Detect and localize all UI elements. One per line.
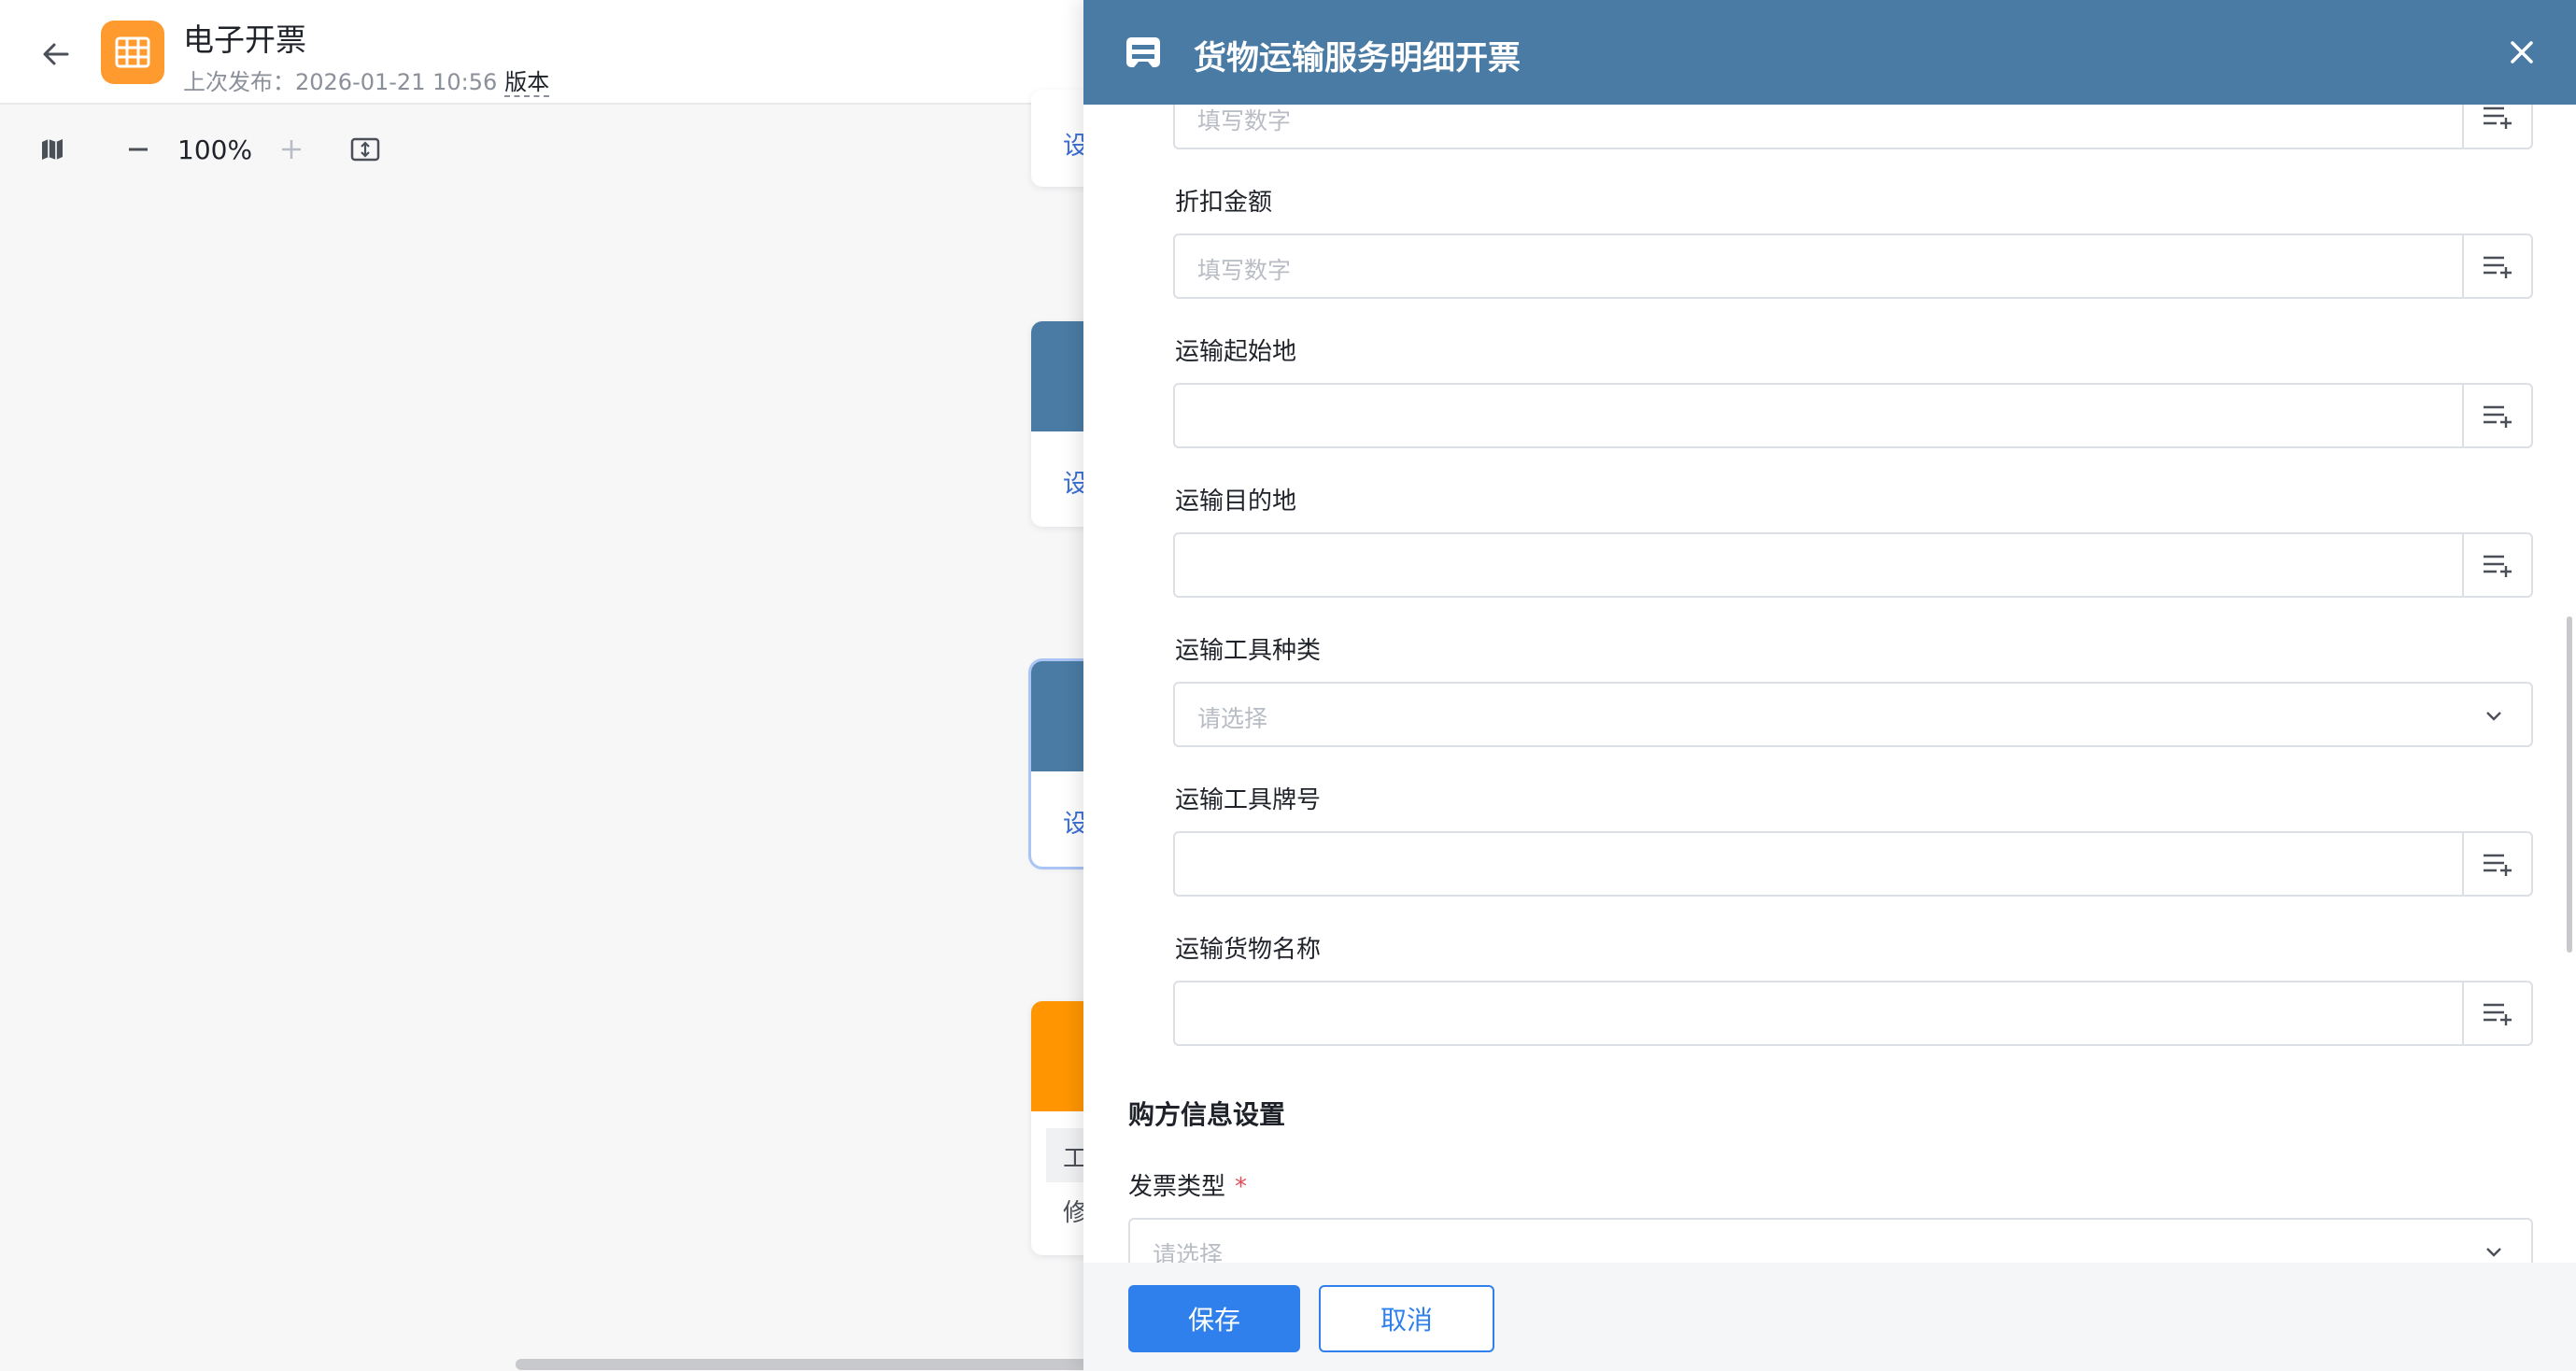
list-add-icon <box>2484 854 2512 876</box>
document-icon <box>1126 37 1160 67</box>
detail-drawer: 货物运输服务明细开票 填写数字 折扣金额 填写数字 运输起始地 运输目的地 运输… <box>1083 0 2576 1371</box>
vehicle-type-select[interactable]: 请选择 <box>1173 682 2533 747</box>
buyer-section-title: 购方信息设置 <box>1128 1099 1286 1130</box>
arrow-left-icon <box>43 43 69 65</box>
close-icon <box>2511 41 2533 64</box>
list-add-icon <box>2484 256 2512 278</box>
zoom-out-button[interactable] <box>123 134 153 164</box>
table-grid-icon <box>115 36 150 68</box>
insert-field-button[interactable] <box>2462 385 2531 446</box>
cancel-button[interactable]: 取消 <box>1319 1285 1494 1352</box>
number-field-partial[interactable]: 填写数字 <box>1173 105 2533 149</box>
chevron-down-icon <box>2486 1248 2501 1257</box>
last-publish-time: 上次发布：2026-01-21 10:56 <box>183 69 498 95</box>
goods-name-label: 运输货物名称 <box>1175 936 1322 964</box>
zoom-in-button[interactable] <box>276 134 306 164</box>
fit-screen-button[interactable] <box>349 134 381 164</box>
insert-field-button[interactable] <box>2462 534 2531 596</box>
list-add-icon <box>2484 106 2512 129</box>
placeholder-text: 填写数字 <box>1197 107 1292 134</box>
list-add-icon <box>2484 555 2512 577</box>
close-button[interactable] <box>2505 35 2539 69</box>
minus-icon <box>129 148 148 151</box>
version-link[interactable]: 版本 <box>504 69 550 97</box>
destination-label: 运输目的地 <box>1175 488 1297 516</box>
zoom-level: 100% <box>177 134 253 165</box>
drawer-footer: 保存 取消 <box>1083 1263 2576 1371</box>
plus-icon <box>282 140 302 159</box>
insert-field-button[interactable] <box>2462 982 2531 1044</box>
list-add-icon <box>2484 405 2512 428</box>
save-button[interactable]: 保存 <box>1128 1285 1300 1352</box>
back-button[interactable] <box>35 34 77 75</box>
map-button[interactable] <box>37 134 67 164</box>
drawer-form: 填写数字 折扣金额 填写数字 运输起始地 运输目的地 运输工具种类 请选择 运输… <box>1083 105 2576 1263</box>
discount-label: 折扣金额 <box>1175 189 1273 217</box>
destination-input[interactable] <box>1173 532 2533 598</box>
canvas-toolbar: 100% <box>37 131 381 168</box>
insert-field-button[interactable] <box>2462 235 2531 297</box>
placeholder-text: 填写数字 <box>1197 257 1292 284</box>
placeholder-text: 请选择 <box>1153 1241 1224 1263</box>
app-icon <box>101 21 164 84</box>
vehicle-plate-input[interactable] <box>1173 831 2533 897</box>
chevron-down-icon <box>2486 712 2501 721</box>
drawer-header: 货物运输服务明细开票 <box>1083 0 2576 105</box>
canvas-horizontal-scrollbar[interactable] <box>516 1359 1095 1370</box>
invoice-type-label-text: 发票类型 <box>1128 1173 1226 1201</box>
list-add-icon <box>2484 1003 2512 1025</box>
placeholder-text: 请选择 <box>1197 705 1268 732</box>
invoice-type-label: 发票类型 * <box>1128 1167 1247 1202</box>
insert-field-button[interactable] <box>2462 105 2531 148</box>
drawer-vertical-scrollbar[interactable] <box>2567 616 2572 953</box>
vehicle-type-label: 运输工具种类 <box>1175 637 1322 665</box>
map-icon <box>42 139 63 160</box>
app-title: 电子开票 <box>183 21 306 58</box>
goods-name-input[interactable] <box>1173 981 2533 1046</box>
origin-label: 运输起始地 <box>1175 338 1297 366</box>
discount-input[interactable]: 填写数字 <box>1173 233 2533 299</box>
insert-field-button[interactable] <box>2462 833 2531 895</box>
drawer-title: 货物运输服务明细开票 <box>1194 40 1522 78</box>
publish-info: 上次发布：2026-01-21 10:56 版本 <box>183 64 550 97</box>
vehicle-plate-label: 运输工具牌号 <box>1175 786 1322 814</box>
origin-input[interactable] <box>1173 383 2533 448</box>
fit-screen-icon <box>350 137 380 162</box>
required-mark: * <box>1235 1173 1248 1201</box>
invoice-type-select[interactable]: 请选择 <box>1128 1218 2533 1263</box>
